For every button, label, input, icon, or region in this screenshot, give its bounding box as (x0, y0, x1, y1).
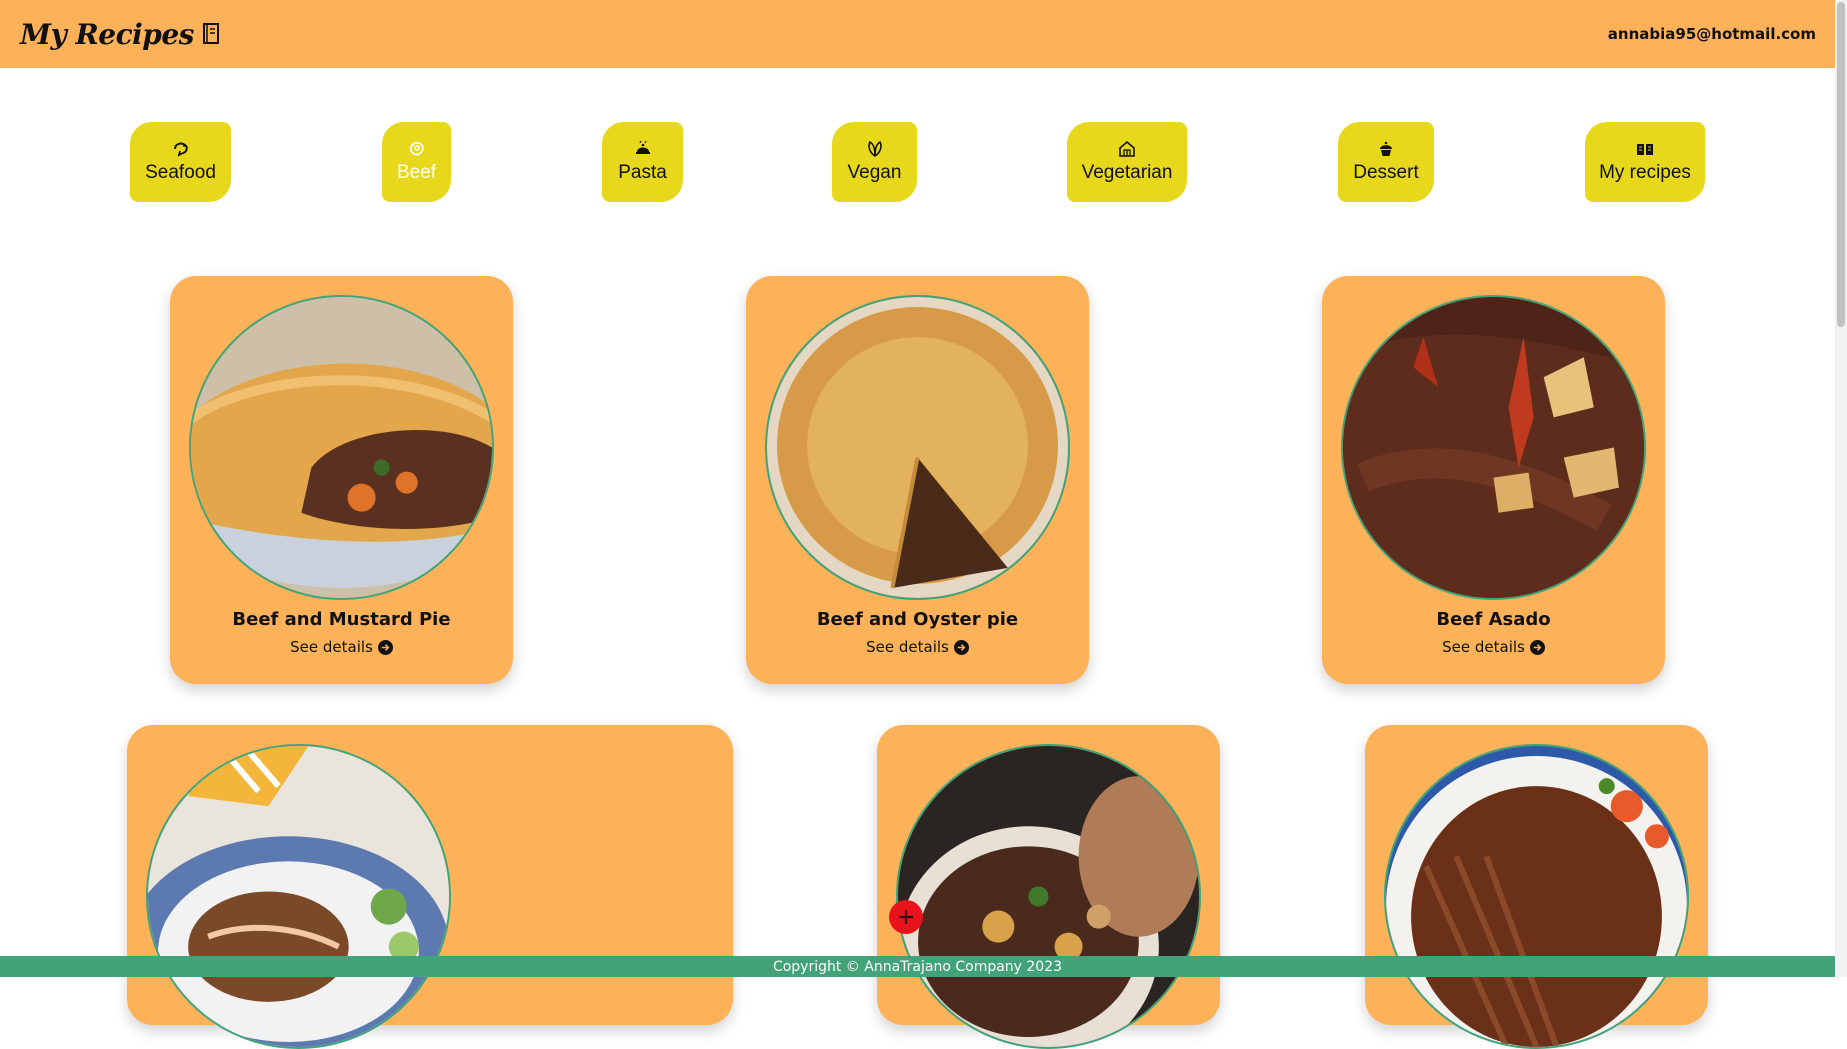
shrimp-icon (173, 142, 188, 157)
recipe-image (1384, 744, 1689, 1049)
category-seafood[interactable]: Seafood (130, 122, 231, 202)
brand[interactable]: My Recipes (20, 18, 220, 51)
page-scrollbar[interactable] (1835, 0, 1847, 977)
category-my-recipes[interactable]: My recipes (1585, 122, 1705, 202)
recipe-card[interactable]: Beef and Oyster pie See details (746, 276, 1089, 684)
leaf-icon (867, 140, 882, 157)
see-details-label: See details (290, 638, 373, 656)
recipe-card[interactable] (127, 725, 733, 1049)
recipe-card[interactable] (877, 725, 1220, 1049)
category-beef[interactable]: Beef (382, 122, 451, 202)
see-details-link[interactable]: See details (170, 638, 513, 656)
recipe-image (189, 295, 494, 600)
user-email[interactable]: annabia95@hotmail.com (1608, 25, 1816, 43)
recipe-image (1341, 295, 1646, 600)
see-details-link[interactable]: See details (1322, 638, 1665, 656)
category-dessert[interactable]: Dessert (1338, 122, 1434, 202)
recipe-title: Beef and Oyster pie (816, 609, 1019, 630)
copyright-text: Copyright © AnnaTrajano Company 2023 (772, 958, 1063, 975)
cloche-icon (635, 140, 650, 154)
recipe-title: Beef Asado (1436, 609, 1551, 630)
see-details-label: See details (1442, 638, 1525, 656)
recipe-card[interactable] (1365, 725, 1708, 1049)
add-recipe-button[interactable] (889, 900, 923, 934)
category-label: Dessert (1353, 162, 1419, 183)
greenhouse-icon (1119, 140, 1135, 157)
category-label: Vegetarian (1081, 162, 1173, 183)
notebook-icon (202, 23, 219, 44)
open-book-icon (1637, 144, 1653, 155)
category-label: Pasta (618, 162, 667, 183)
see-details-link[interactable]: See details (746, 638, 1089, 656)
recipe-image (896, 744, 1201, 1049)
page-footer: Copyright © AnnaTrajano Company 2023 (0, 956, 1835, 977)
category-label: Seafood (145, 162, 216, 183)
category-nav: Seafood Beef Pasta Vegan Vegetarian Dess… (0, 122, 1835, 202)
arrow-right-circle-icon (377, 639, 393, 655)
category-pasta[interactable]: Pasta (602, 122, 683, 202)
recipe-card[interactable]: Beef Asado See details (1322, 276, 1665, 684)
arrow-right-circle-icon (953, 639, 969, 655)
cupcake-icon (1380, 141, 1392, 156)
category-label: Beef (396, 162, 437, 183)
recipe-image (765, 295, 1070, 600)
app-header: My Recipes annabia95@hotmail.com (0, 0, 1835, 68)
plus-icon (899, 910, 913, 924)
steak-icon (409, 142, 424, 156)
recipe-title: Beef and Mustard Pie (232, 609, 451, 630)
category-vegetarian[interactable]: Vegetarian (1067, 122, 1187, 202)
category-vegan[interactable]: Vegan (832, 122, 917, 202)
app-title: My Recipes (20, 17, 194, 51)
category-label: Vegan (847, 162, 902, 183)
recipe-image (146, 744, 451, 1049)
arrow-right-circle-icon (1529, 639, 1545, 655)
scrollbar-thumb[interactable] (1837, 2, 1845, 327)
see-details-label: See details (866, 638, 949, 656)
category-label: My recipes (1599, 162, 1691, 183)
recipe-card[interactable]: Beef and Mustard Pie See details (170, 276, 513, 684)
